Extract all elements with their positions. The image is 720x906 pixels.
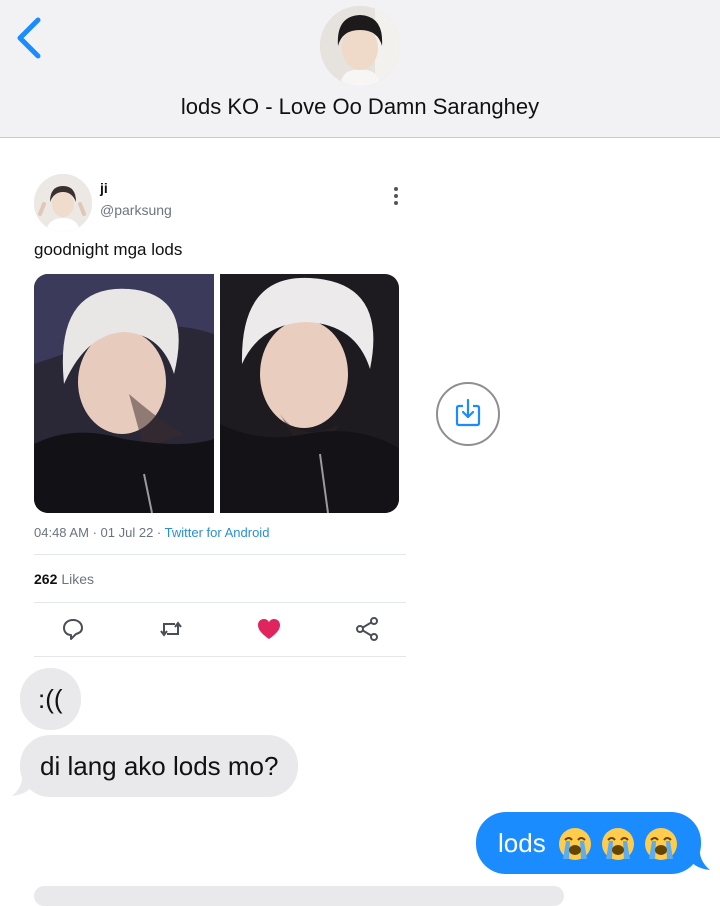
photo-selfie-1 bbox=[34, 274, 214, 513]
tweet-author-avatar[interactable] bbox=[34, 174, 92, 232]
tweet-date: 01 Jul 22 bbox=[100, 525, 154, 540]
share-icon bbox=[356, 617, 378, 641]
reply-icon bbox=[63, 619, 83, 640]
tweet-source-link[interactable]: Twitter for Android bbox=[165, 525, 270, 540]
emoji-group bbox=[557, 814, 679, 876]
back-button[interactable] bbox=[14, 14, 48, 62]
like-button[interactable] bbox=[256, 616, 282, 642]
message-bubble-incoming[interactable]: di lang ako lods mo? bbox=[20, 735, 299, 797]
photo-selfie-2 bbox=[219, 274, 399, 513]
meta-separator: · bbox=[92, 525, 97, 540]
tweet-meta: 04:48 AM · 01 Jul 22 · Twitter for Andro… bbox=[34, 525, 269, 540]
message-bubble-incoming-partial[interactable] bbox=[34, 886, 564, 906]
meta-separator: · bbox=[156, 525, 162, 540]
tweet-author-handle[interactable]: @parksung bbox=[100, 202, 172, 218]
more-vertical-icon bbox=[394, 187, 398, 205]
likes-count: 262 bbox=[34, 571, 58, 587]
tweet-time: 04:48 AM bbox=[34, 525, 89, 540]
conversation-title: lods KO - Love Oo Damn Saranghey bbox=[180, 94, 540, 119]
more-options-button[interactable] bbox=[390, 186, 402, 206]
divider bbox=[34, 554, 406, 555]
loudly-crying-face-icon bbox=[558, 828, 591, 861]
share-button[interactable] bbox=[354, 616, 380, 642]
tweet-author-name[interactable]: ji bbox=[100, 180, 108, 196]
message-bubble-outgoing[interactable]: lods bbox=[476, 812, 702, 876]
tweet-actions bbox=[34, 616, 406, 644]
message-bubble-incoming[interactable]: :(( bbox=[20, 668, 81, 730]
tweet-text: goodnight mga lods bbox=[34, 240, 183, 259]
likes-label: Likes bbox=[61, 571, 95, 587]
retweet-button[interactable] bbox=[158, 616, 184, 642]
conversation-header: lods KO - Love Oo Damn Saranghey bbox=[0, 0, 720, 138]
chevron-left-icon bbox=[17, 17, 41, 59]
like-icon bbox=[258, 619, 280, 639]
likes-summary[interactable]: 262 Likes bbox=[34, 571, 94, 587]
contact-avatar[interactable] bbox=[320, 6, 400, 86]
tweet-photo-2[interactable] bbox=[219, 274, 399, 513]
reply-button[interactable] bbox=[60, 616, 86, 642]
loudly-crying-face-icon bbox=[645, 828, 678, 861]
divider bbox=[34, 656, 406, 657]
loudly-crying-face-icon bbox=[602, 828, 635, 861]
contact-photo bbox=[320, 6, 400, 86]
save-image-button[interactable] bbox=[436, 382, 500, 446]
download-icon bbox=[455, 399, 481, 427]
retweet-icon bbox=[160, 621, 182, 637]
divider bbox=[34, 602, 406, 603]
author-photo bbox=[34, 174, 92, 232]
tweet-media bbox=[34, 274, 399, 513]
tweet-photo-1[interactable] bbox=[34, 274, 214, 513]
message-text: lods bbox=[498, 828, 546, 858]
